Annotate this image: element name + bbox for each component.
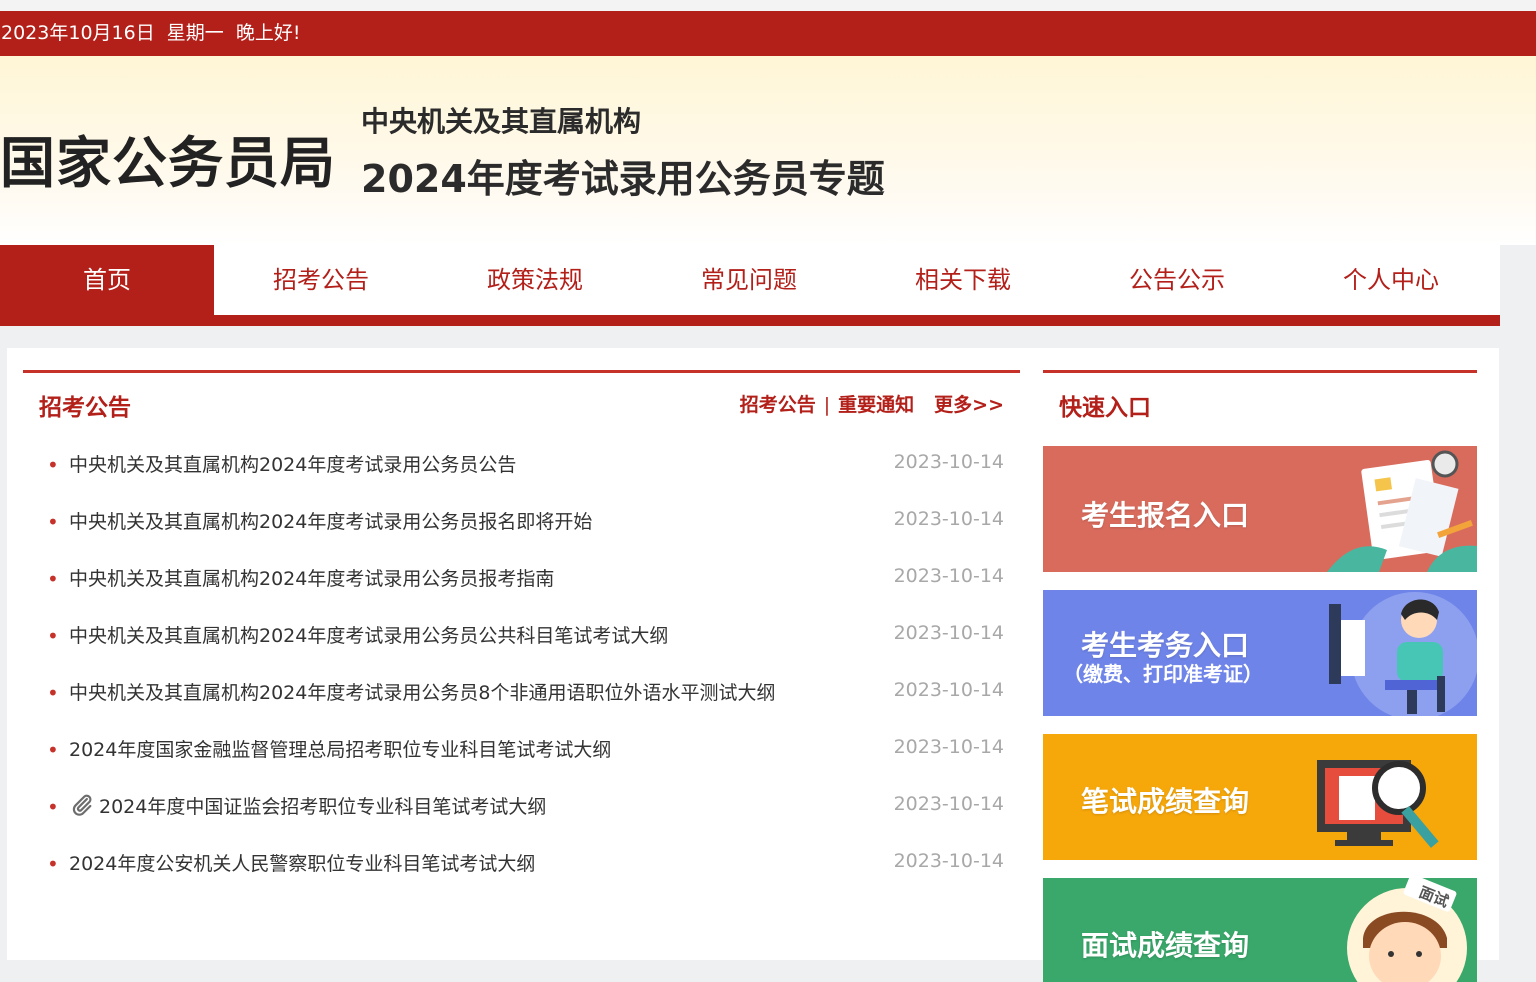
bullet-icon: • [47, 852, 59, 876]
more-link[interactable]: 更多>> [934, 394, 1004, 416]
list-item: • 中央机关及其直属机构2024年度考试录用公务员公共科目笔试考试大纲 2023… [23, 609, 1020, 666]
announcement-date: 2023-10-14 [893, 736, 1004, 758]
interview-score-card[interactable]: 面试成绩查询 面试 [1043, 878, 1477, 982]
quick-access-title: 快速入口 [1059, 395, 1151, 421]
nav-home[interactable]: 首页 [0, 245, 214, 315]
announcement-link[interactable]: 2024年度公安机关人民警察职位专业科目笔试考试大纲 [69, 849, 535, 876]
bullet-icon: • [47, 510, 59, 534]
announcement-date: 2023-10-14 [893, 622, 1004, 644]
candidate-exam-affairs-card[interactable]: 考生考务入口 （缴费、打印准考证） [1043, 590, 1477, 716]
announcement-link[interactable]: 中央机关及其直属机构2024年度考试录用公务员报考指南 [69, 564, 554, 591]
list-item: • 中央机关及其直属机构2024年度考试录用公务员公告 2023-10-14 [23, 438, 1020, 495]
tab-recruitment-notices[interactable]: 招考公告 [740, 394, 816, 416]
site-name[interactable]: 国家公务员局 [0, 118, 336, 198]
nav-right-gap [1500, 245, 1536, 326]
announcement-link[interactable]: 中央机关及其直属机构2024年度考试录用公务员8个非通用语职位外语水平测试大纲 [69, 678, 775, 705]
candidate-registration-card[interactable]: 考生报名入口 [1043, 446, 1477, 572]
main-nav: 首页 招考公告 政策法规 常见问题 相关下载 公告公示 个人中心 [0, 245, 1500, 326]
panel-top-border [1043, 370, 1477, 373]
announcement-link[interactable]: 中央机关及其直属机构2024年度考试录用公务员公共科目笔试考试大纲 [69, 621, 668, 648]
monitor-magnifier-icon [1317, 760, 1439, 848]
list-item: • 中央机关及其直属机构2024年度考试录用公务员报考指南 2023-10-14 [23, 552, 1020, 609]
nav-personal-center[interactable]: 个人中心 [1284, 245, 1498, 315]
list-item: • 2024年度中国证监会招考职位专业科目笔试考试大纲 2023-10-14 [23, 780, 1020, 837]
list-item: • 中央机关及其直属机构2024年度考试录用公务员报名即将开始 2023-10-… [23, 495, 1020, 552]
nav-underline [0, 315, 1500, 326]
list-item: • 2024年度国家金融监督管理总局招考职位专业科目笔试考试大纲 2023-10… [23, 723, 1020, 780]
nav-faq[interactable]: 常见问题 [642, 245, 856, 315]
tab-separator: | [823, 394, 831, 416]
date-greeting-bar: 2023年10月16日 星期一 晚上好! [0, 11, 1536, 56]
panel-top-border [23, 370, 1020, 373]
bullet-icon: • [47, 795, 59, 819]
list-item: • 中央机关及其直属机构2024年度考试录用公务员8个非通用语职位外语水平测试大… [23, 666, 1020, 723]
top-strip [0, 0, 1536, 11]
nav-public-notices[interactable]: 公告公示 [1070, 245, 1284, 315]
announcement-date: 2023-10-14 [893, 793, 1004, 815]
tab-important-notices[interactable]: 重要通知 [838, 394, 914, 416]
nav-recruitment-notices[interactable]: 招考公告 [214, 245, 428, 315]
bullet-icon: • [47, 738, 59, 762]
main-content: 招考公告 招考公告 | 重要通知 更多>> • 中央机关及其直属机构2024年度考试录… [7, 348, 1499, 982]
nav-downloads[interactable]: 相关下载 [856, 245, 1070, 315]
announcement-link[interactable]: 中央机关及其直属机构2024年度考试录用公务员公告 [69, 450, 516, 477]
card-sublabel: （缴费、打印准考证） [1063, 662, 1263, 686]
announcement-link[interactable]: 2024年度中国证监会招考职位专业科目笔试考试大纲 [99, 792, 546, 819]
written-exam-score-card[interactable]: 笔试成绩查询 [1043, 734, 1477, 860]
announcement-link[interactable]: 中央机关及其直属机构2024年度考试录用公务员报名即将开始 [69, 507, 592, 534]
announcement-date: 2023-10-14 [893, 508, 1004, 530]
bullet-icon: • [47, 567, 59, 591]
announcement-list: • 中央机关及其直属机构2024年度考试录用公务员公告 2023-10-14 •… [23, 438, 1020, 894]
announcements-panel: 招考公告 招考公告 | 重要通知 更多>> • 中央机关及其直属机构2024年度考试录… [23, 370, 1020, 875]
date-greeting-text: 2023年10月16日 星期一 晚上好! [1, 22, 301, 44]
header-subtitle-line1: 中央机关及其直属机构 [361, 105, 642, 138]
quick-access-panel: 快速入口 考生报名入口 考生考务入口 （缴费、打印准考证） 笔试成绩查询 面试成… [1043, 370, 1477, 982]
site-header: 国家公务员局 中央机关及其直属机构 2024年度考试录用公务员专题 [0, 56, 1536, 245]
bullet-icon: • [47, 453, 59, 477]
card-label: 笔试成绩查询 [1081, 785, 1250, 818]
card-label: 面试成绩查询 [1081, 929, 1250, 962]
announcement-date: 2023-10-14 [893, 451, 1004, 473]
card-label: 考生报名入口 [1081, 499, 1250, 532]
paperclip-icon [69, 792, 95, 824]
announcement-date: 2023-10-14 [893, 850, 1004, 872]
bullet-icon: • [47, 681, 59, 705]
bullet-icon: • [47, 624, 59, 648]
registration-form-icon [1327, 450, 1477, 572]
announcement-date: 2023-10-14 [893, 565, 1004, 587]
announcement-date: 2023-10-14 [893, 679, 1004, 701]
computer-user-icon [1329, 592, 1477, 716]
list-item: • 2024年度公安机关人民警察职位专业科目笔试考试大纲 2023-10-14 [23, 837, 1020, 894]
announcements-title: 招考公告 [39, 395, 131, 421]
announcement-link[interactable]: 2024年度国家金融监督管理总局招考职位专业科目笔试考试大纲 [69, 735, 611, 762]
nav-policies[interactable]: 政策法规 [428, 245, 642, 315]
announcements-tabs: 招考公告 | 重要通知 更多>> [740, 390, 1004, 417]
header-subtitle-line2: 2024年度考试录用公务员专题 [361, 157, 885, 201]
